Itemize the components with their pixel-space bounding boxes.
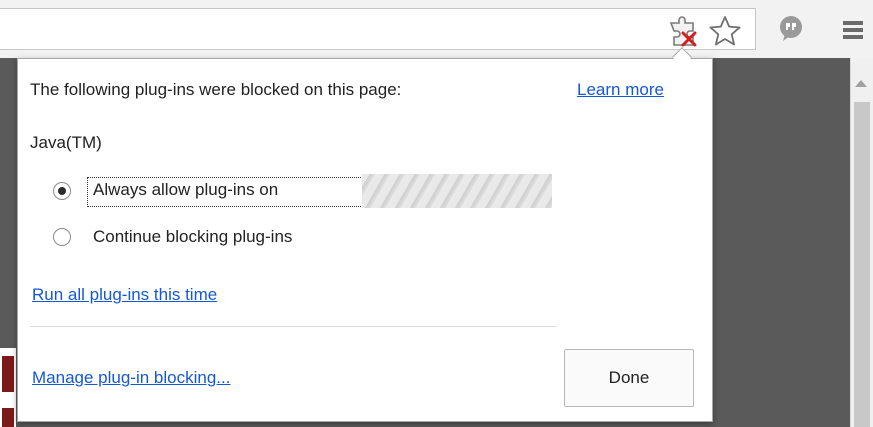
menu-icon[interactable]	[840, 16, 866, 44]
plugin-blocked-icon[interactable]	[666, 14, 702, 48]
manage-plugin-blocking-link[interactable]: Manage plug-in blocking...	[32, 368, 230, 388]
address-bar[interactable]	[0, 8, 756, 50]
extension-icon[interactable]	[776, 14, 806, 44]
browser-toolbar	[0, 0, 873, 59]
continue-blocking-radio[interactable]	[53, 228, 71, 246]
redacted-site-name	[362, 174, 552, 208]
learn-more-link[interactable]: Learn more	[577, 80, 664, 100]
scrollbar-thumb[interactable]	[854, 102, 870, 427]
page-content-fragment	[2, 408, 14, 427]
done-button[interactable]: Done	[564, 349, 694, 407]
bubble-heading: The following plug-ins were blocked on t…	[30, 80, 402, 99]
page-content-fragment	[2, 356, 14, 392]
star-icon[interactable]	[707, 13, 743, 49]
run-all-plugins-link[interactable]: Run all plug-ins this time	[32, 285, 217, 305]
always-allow-radio[interactable]	[53, 182, 71, 200]
divider	[30, 326, 557, 327]
blocked-plugin-name: Java(TM)	[30, 133, 102, 152]
continue-blocking-label[interactable]: Continue blocking plug-ins	[93, 227, 292, 247]
always-allow-label[interactable]: Always allow plug-ins on	[93, 180, 278, 200]
scroll-up-arrow-icon[interactable]	[855, 80, 867, 87]
